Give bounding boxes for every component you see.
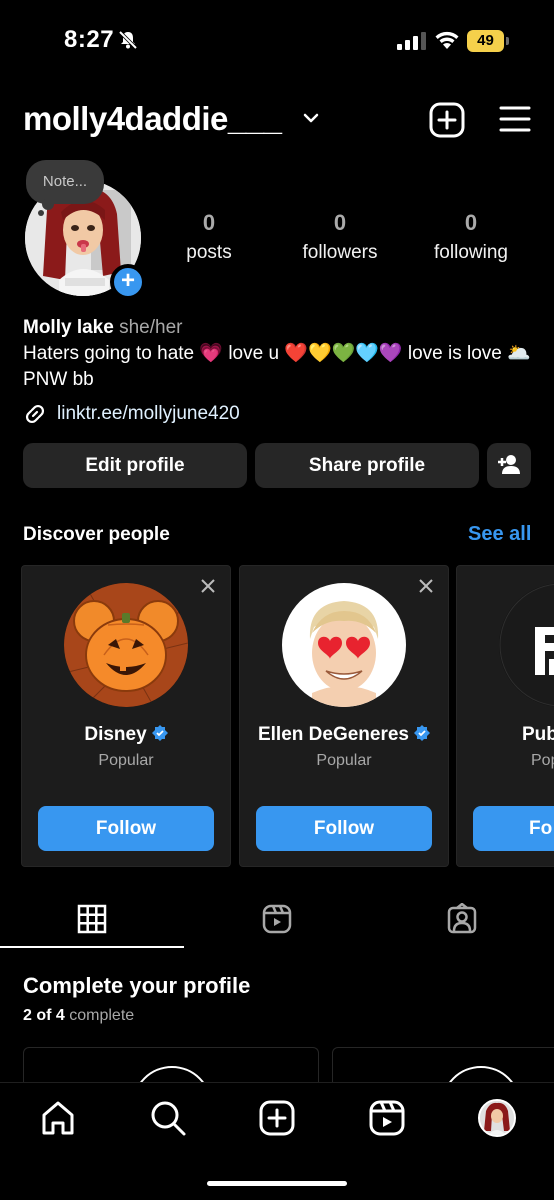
verified-badge-icon [414,725,431,741]
reels-nav-icon[interactable] [367,1098,407,1138]
grid-icon [77,904,107,934]
complete-profile-title: Complete your profile [23,973,251,998]
progress-count: 2 of 4 [23,1007,65,1024]
search-icon[interactable] [148,1098,188,1138]
suggestion-subtitle: Popular [316,752,372,769]
verified-badge-icon [151,725,168,741]
suggestion-name-text: Disney [84,724,147,745]
note-bubble-tail-dot [38,210,44,216]
bio-link[interactable]: linktr.ee/mollyjune420 [23,400,240,428]
tab-reels[interactable] [185,900,369,948]
bio: Molly lake she/her Haters going to hate … [23,315,533,393]
progress-suffix: complete [69,1007,135,1024]
suggestion-subtitle: Popular [98,752,154,769]
link-icon [25,404,45,424]
home-icon[interactable] [38,1098,78,1138]
pronouns: she/her [119,317,183,338]
stat-value: 0 [464,210,478,235]
ellen-avatar[interactable] [282,583,406,707]
battery-tip [506,37,509,45]
suggestion-card-disney[interactable]: Disney Popular Follow [21,565,231,867]
follow-button[interactable]: Follow [38,806,214,851]
reels-icon [262,904,292,934]
bio-text: Haters going to hate 💗 love u ❤️💛💚🩵💜 lov… [23,343,531,390]
bio-name-row: Molly lake she/her [23,315,533,341]
suggestion-name: Ellen DeGeneres [240,724,448,746]
see-all-link[interactable]: See all [468,523,531,546]
suggestion-card-ellen[interactable]: Ellen DeGeneres Popular Follow [239,565,449,867]
note-bubble[interactable]: Note... [26,160,104,204]
home-indicator [207,1181,347,1186]
follow-button[interactable]: Fo [473,806,554,851]
cellular-signal-icon [397,32,426,50]
close-icon[interactable] [418,578,434,594]
bio-link-text[interactable]: linktr.ee/mollyjune420 [57,403,240,425]
profile-nav-avatar[interactable] [478,1099,516,1137]
bell-slash-icon [118,30,138,50]
create-post-nav-icon[interactable] [257,1098,297,1138]
stat-followers[interactable]: 0 followers [280,210,400,264]
add-person-icon [498,455,520,474]
tagged-person-icon [447,903,477,934]
close-icon[interactable] [200,578,216,594]
create-post-icon[interactable] [429,102,465,138]
tab-tagged[interactable] [370,900,554,948]
username-switcher[interactable]: molly4daddie___ [23,100,282,138]
hamburger-menu-icon[interactable] [498,104,532,134]
stat-label: posts [186,242,232,263]
edit-profile-button[interactable]: Edit profile [23,443,247,488]
stat-value: 0 [202,210,216,235]
bottom-nav [0,1082,554,1200]
stat-value: 0 [333,210,347,235]
suggestion-name: Pub [522,724,554,745]
follow-button[interactable]: Follow [256,806,432,851]
battery-indicator: 49 [467,30,509,52]
discover-people-button[interactable] [487,443,531,488]
discover-people-title: Discover people [23,524,170,545]
active-tab-indicator [0,946,184,948]
stat-following[interactable]: 0 following [411,210,531,264]
stat-posts[interactable]: 0 posts [149,210,269,264]
tab-grid[interactable] [0,900,184,948]
add-story-button[interactable]: + [110,264,146,300]
suggestion-card-partial[interactable]: Pub Pop Fo [456,565,554,867]
note-bubble-tail [42,198,54,210]
display-name: Molly lake [23,317,114,338]
disney-avatar[interactable] [64,583,188,707]
suggestion-subtitle: Pop [531,752,554,769]
suggestion-name: Disney [22,724,230,746]
chevron-down-icon[interactable] [302,111,320,125]
stat-label: followers [302,242,378,263]
partial-avatar[interactable] [499,583,554,707]
share-profile-button[interactable]: Share profile [255,443,479,488]
status-bar: 8:27 49 [0,0,554,80]
suggestion-name-text: Ellen DeGeneres [257,724,410,745]
wifi-icon [435,31,459,49]
stat-label: following [434,242,508,263]
complete-profile-progress: 2 of 4 complete [23,1007,134,1025]
battery-level: 49 [467,30,504,52]
status-time: 8:27 [64,26,115,53]
